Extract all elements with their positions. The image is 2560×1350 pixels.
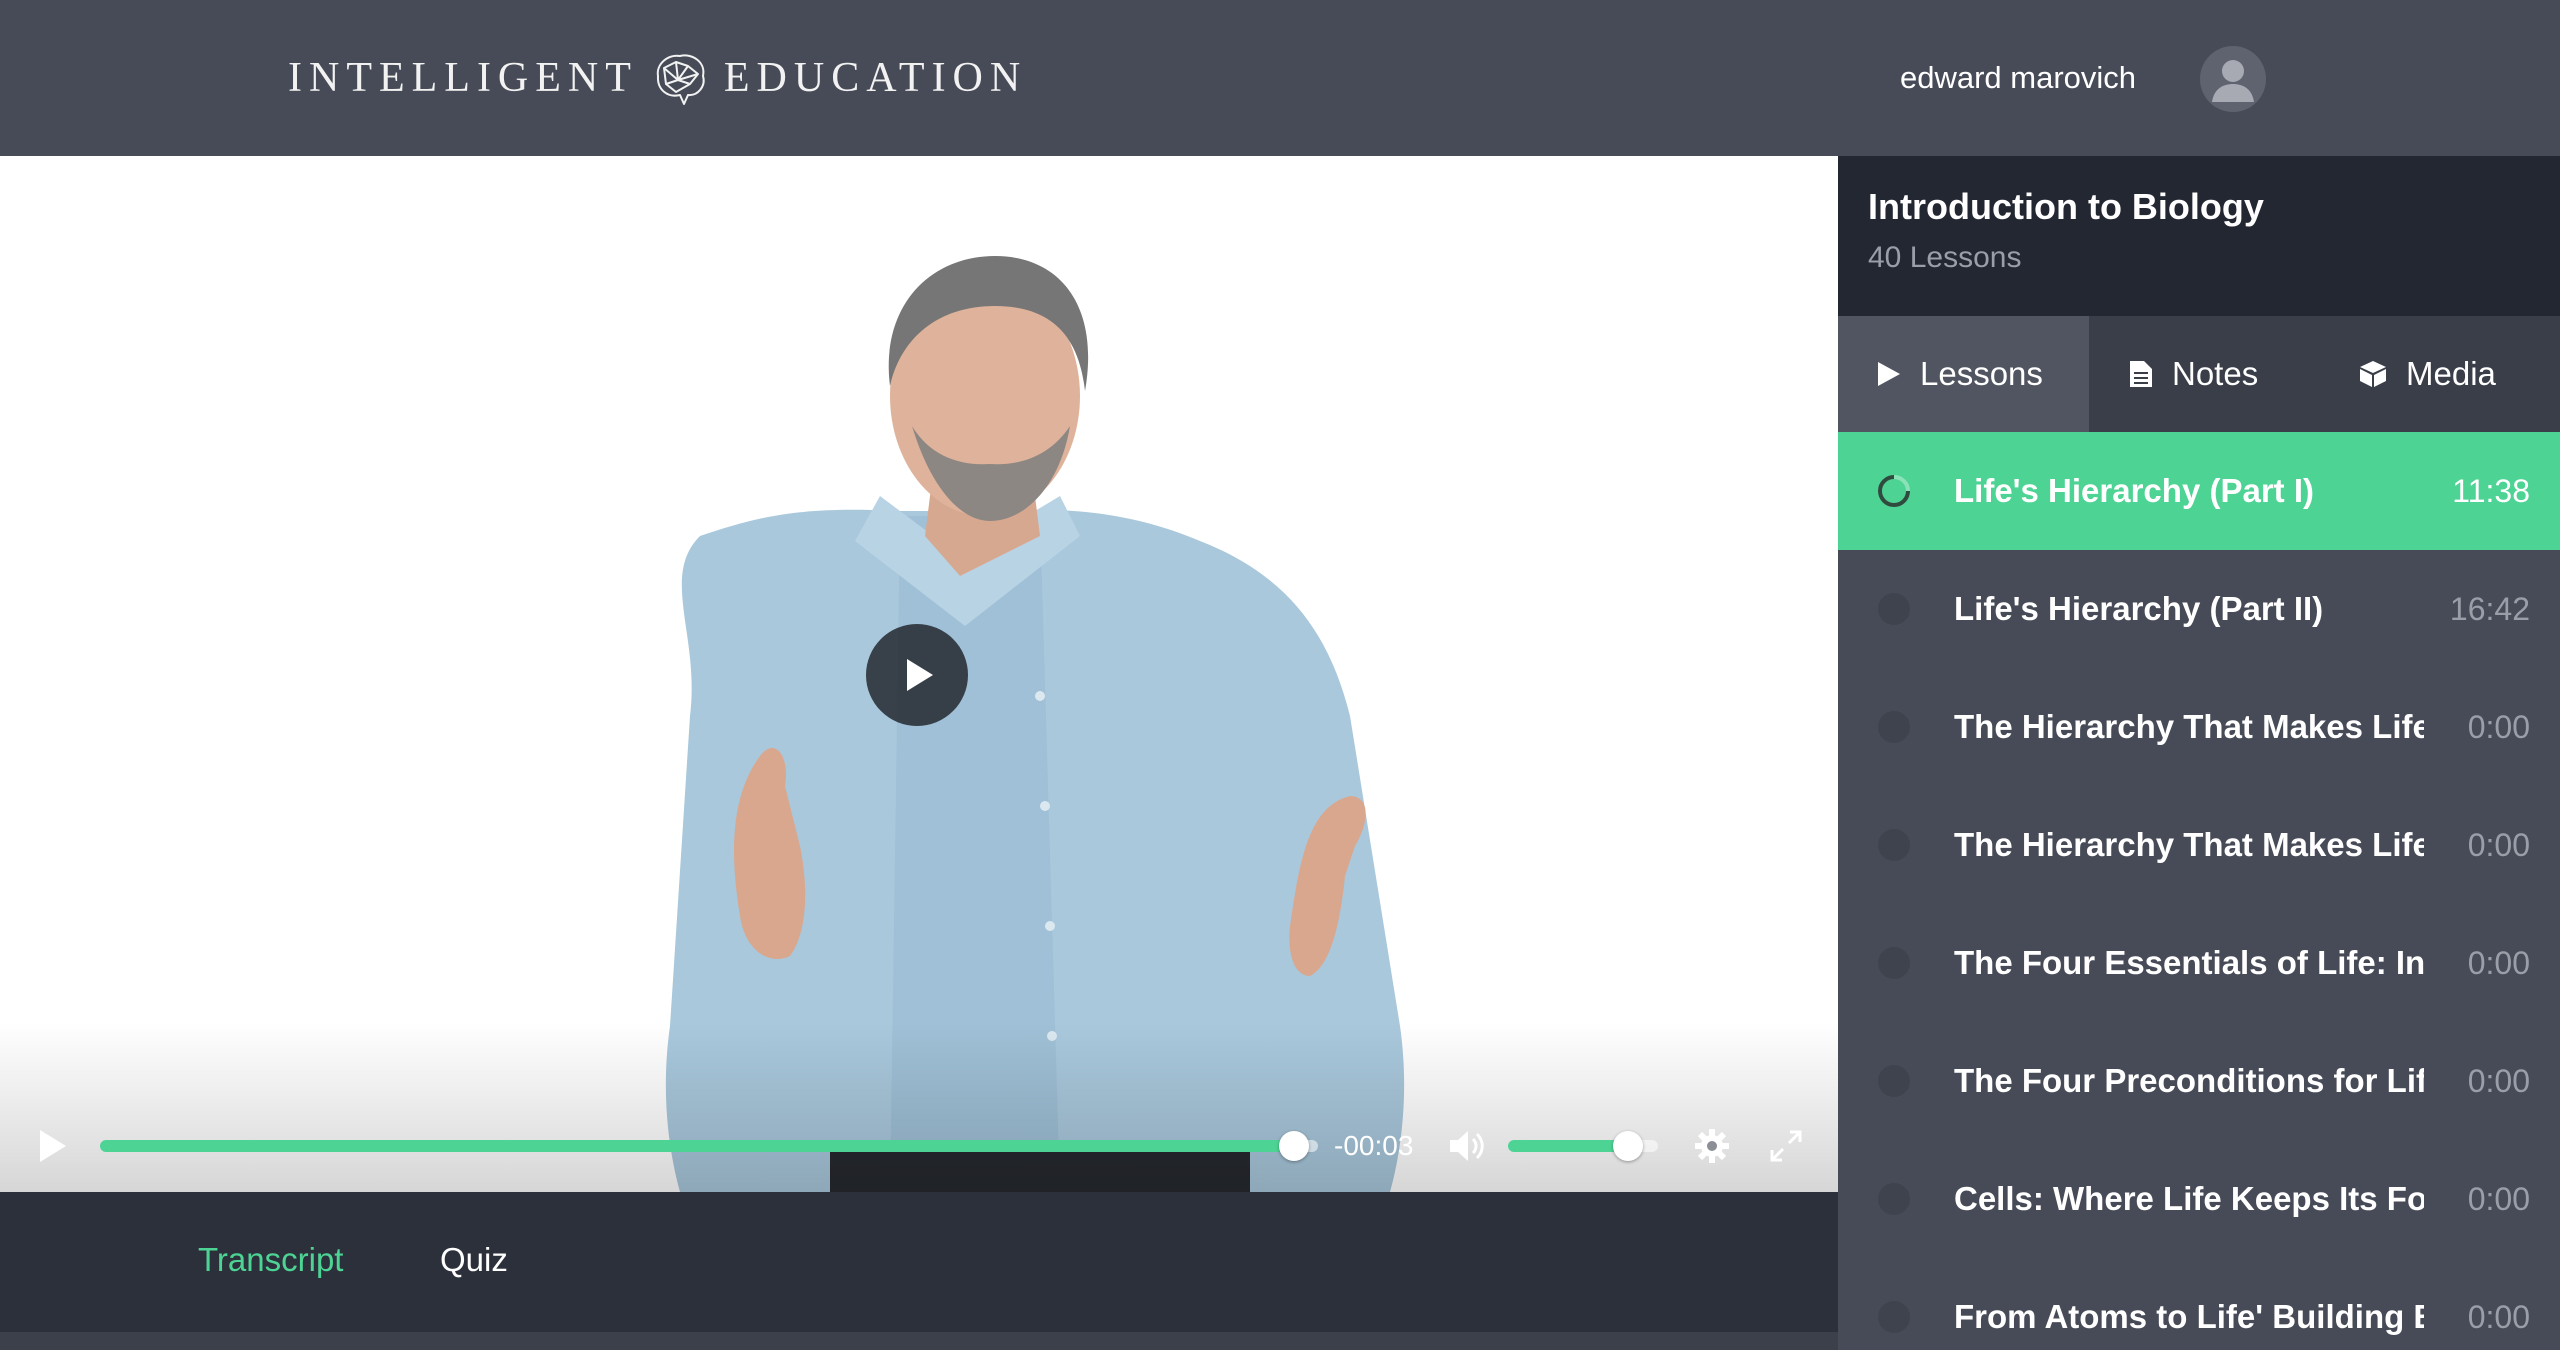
lesson-title: The Four Preconditions for Life...: [1954, 1062, 2424, 1099]
play-icon: [1878, 362, 1900, 386]
tab-media-label: Media: [2406, 355, 2496, 392]
brand-name-left: INTELLIGENT: [288, 55, 638, 101]
user-avatar-icon[interactable]: [2200, 46, 2266, 112]
cube-icon: [2360, 361, 2386, 387]
brain-logo-icon: [656, 54, 705, 105]
lesson-duration: 0:00: [2467, 827, 2530, 863]
fullscreen-icon[interactable]: [1766, 1126, 1806, 1166]
lesson-duration: 0:00: [2467, 1063, 2530, 1099]
lesson-duration: 0:00: [2467, 709, 2530, 745]
lesson-status-icon: [1878, 711, 1910, 743]
tab-notes-label: Notes: [2172, 355, 2259, 392]
tab-lessons-label: Lessons: [1920, 355, 2043, 392]
lesson-status-icon: [1878, 829, 1910, 861]
tab-quiz[interactable]: Quiz: [440, 1236, 508, 1284]
player-controls: -00:03: [0, 1116, 1838, 1176]
user-name[interactable]: edward marovich: [1900, 56, 2136, 100]
tab-lessons[interactable]: Lessons: [1838, 316, 2089, 432]
lesson-duration: 11:38: [2452, 473, 2530, 509]
course-header: Introduction to Biology 40 Lessons: [1838, 156, 2560, 316]
lesson-duration: 0:00: [2467, 1181, 2530, 1217]
lesson-item[interactable]: Life's Hierarchy (Part II) 16:42: [1838, 550, 2560, 668]
time-remaining: -00:03: [1334, 1130, 1414, 1161]
lesson-duration: 0:00: [2467, 1299, 2530, 1335]
lesson-title: From Atoms to Life' Building Bl...: [1954, 1298, 2424, 1335]
tab-transcript[interactable]: Transcript: [198, 1236, 343, 1284]
lesson-item[interactable]: The Four Preconditions for Life... 0:00: [1838, 1022, 2560, 1140]
lesson-title: The Hierarchy That Makes Life ...: [1954, 708, 2424, 745]
lesson-title: The Hierarchy That Makes Life ...: [1954, 826, 2424, 863]
course-sidebar: Introduction to Biology 40 Lessons Lesso…: [1838, 156, 2560, 1350]
top-header: INTELLIGENT EDUCATION edward marovich: [0, 0, 2560, 156]
lesson-item[interactable]: Cells: Where Life Keeps Its Fou... 0:00: [1838, 1140, 2560, 1258]
lesson-status-icon: [1878, 1301, 1910, 1333]
lesson-status-icon: [1878, 1183, 1910, 1215]
lesson-status-icon: [1878, 947, 1910, 979]
lesson-item[interactable]: From Atoms to Life' Building Bl... 0:00: [1838, 1258, 2560, 1350]
progress-bar[interactable]: [100, 1131, 1318, 1161]
play-icon: [907, 659, 933, 691]
lesson-duration: 0:00: [2467, 945, 2530, 981]
lesson-item[interactable]: Life's Hierarchy (Part I) 11:38: [1838, 432, 2560, 550]
gear-icon[interactable]: [1692, 1126, 1732, 1166]
lesson-count: 40 Lessons: [1868, 241, 2022, 274]
in-progress-icon: [1878, 475, 1910, 507]
course-title: Introduction to Biology: [1868, 186, 2264, 227]
lesson-duration: 16:42: [2449, 591, 2530, 627]
lesson-status-icon: [1878, 593, 1910, 625]
brand-logo[interactable]: INTELLIGENT EDUCATION: [288, 50, 1027, 106]
big-play-button[interactable]: [866, 624, 968, 726]
tab-notes[interactable]: Notes: [2128, 316, 2328, 432]
sidebar-tabs: Lessons Notes Media: [1838, 316, 2560, 432]
play-pause-icon[interactable]: [32, 1126, 72, 1166]
volume-handle[interactable]: [1613, 1131, 1643, 1161]
lesson-title: Life's Hierarchy (Part II): [1954, 590, 2324, 627]
tab-media[interactable]: Media: [2358, 316, 2558, 432]
volume-icon[interactable]: [1446, 1126, 1488, 1166]
lesson-item[interactable]: The Hierarchy That Makes Life ... 0:00: [1838, 668, 2560, 786]
content-tab-bar: Transcript Quiz: [0, 1192, 1838, 1332]
lesson-item[interactable]: The Four Essentials of Life: Info... 0:00: [1838, 904, 2560, 1022]
progress-scrubber-handle[interactable]: [1278, 1131, 1309, 1161]
content-area-edge: [0, 1332, 1838, 1350]
lesson-title: Life's Hierarchy (Part I): [1954, 472, 2314, 509]
volume-fill: [1508, 1140, 1628, 1152]
volume-slider[interactable]: [1508, 1131, 1658, 1161]
document-icon: [2130, 361, 2152, 387]
lesson-title: The Four Essentials of Life: Info...: [1954, 944, 2424, 981]
progress-fill: [100, 1140, 1294, 1152]
lesson-status-icon: [1878, 1065, 1910, 1097]
lesson-item[interactable]: The Hierarchy That Makes Life ... 0:00: [1838, 786, 2560, 904]
lesson-title: Cells: Where Life Keeps Its Fou...: [1954, 1180, 2424, 1217]
video-player[interactable]: -00:03: [0, 156, 1838, 1192]
brand-name-right: EDUCATION: [723, 55, 1028, 101]
